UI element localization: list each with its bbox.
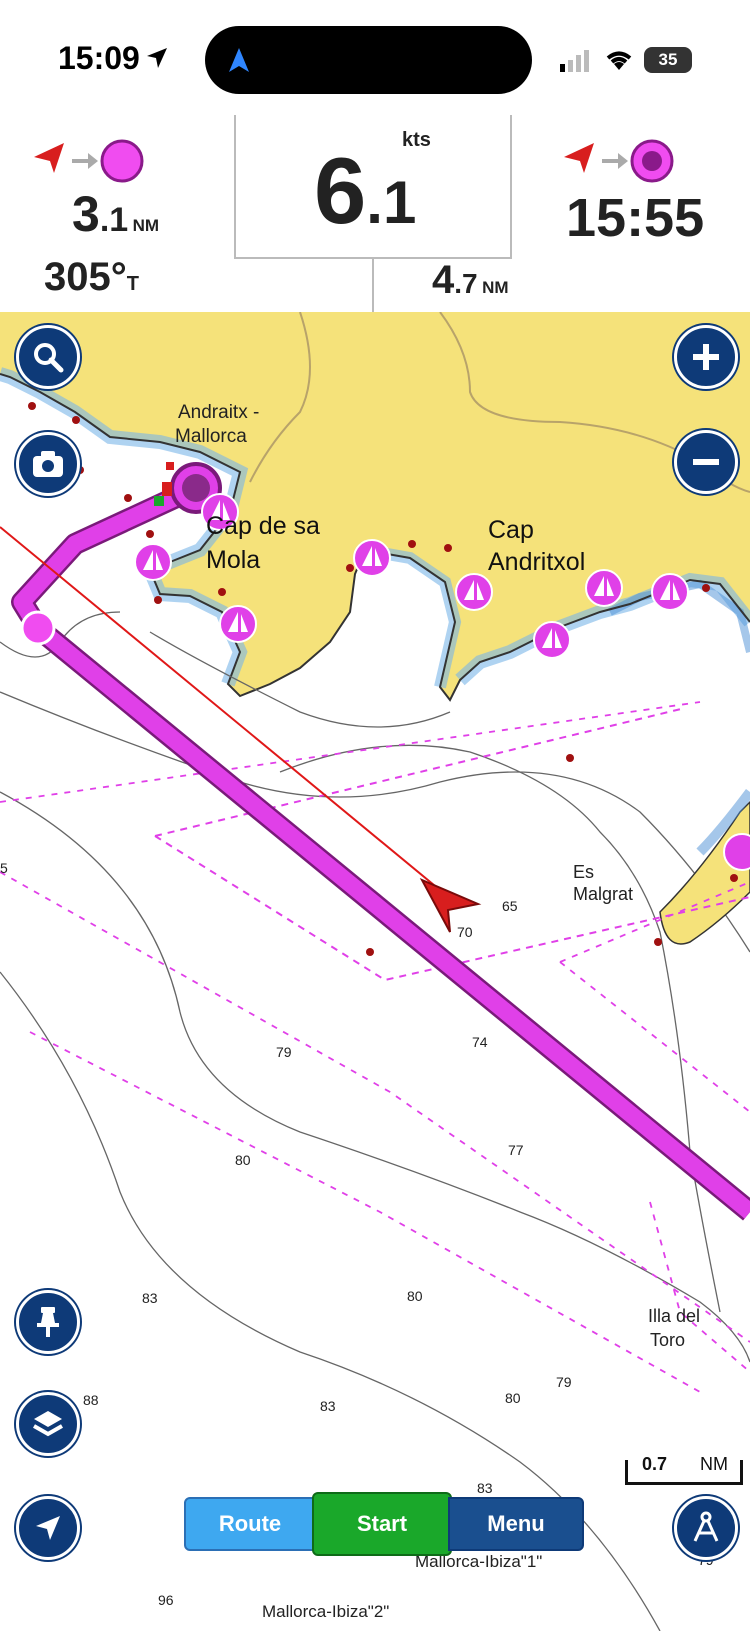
label-es-malgrat-2: Malgrat — [573, 884, 634, 904]
status-time: 15:09 — [58, 40, 140, 76]
wifi-icon — [606, 51, 632, 70]
recenter-button[interactable] — [16, 1496, 80, 1560]
depth-sounding: 88 — [83, 1392, 99, 1408]
status-bar: 15:09 35 — [0, 0, 750, 115]
label-cap-de-sa-mola-1: Cap de sa — [206, 512, 320, 540]
search-button[interactable] — [16, 325, 80, 389]
route-button[interactable]: Route — [184, 1497, 316, 1551]
depth-sounding: 80 — [505, 1390, 521, 1406]
label-illa-del-toro-2: Toro — [650, 1330, 686, 1350]
layers-button[interactable] — [16, 1392, 80, 1456]
navigation-arrow-icon — [36, 1516, 60, 1540]
search-icon — [34, 343, 64, 373]
panel-divider — [372, 259, 374, 312]
speed-box: kts 6.1 — [234, 115, 512, 259]
location-arrow-icon — [147, 48, 167, 68]
camera-button[interactable] — [16, 432, 80, 496]
depth-sounding: 83 — [320, 1398, 336, 1414]
zoom-in-button[interactable] — [674, 325, 738, 389]
start-button[interactable]: Start — [312, 1492, 452, 1556]
label-es-malgrat-1: Es — [573, 862, 595, 882]
pin-button[interactable] — [16, 1290, 80, 1354]
depth-sounding: 65 — [502, 898, 518, 914]
label-illa-del-toro-1: Illa del — [648, 1306, 701, 1326]
nautical-chart[interactable]: Andraitx - Mallorca Cap de sa Mola Cap A… — [0, 312, 750, 1631]
menu-button[interactable]: Menu — [448, 1497, 584, 1551]
scale-bar: 0.7 NM — [625, 1454, 743, 1485]
battery-level: 35 — [658, 50, 678, 69]
depth-sounding: 83 — [142, 1290, 158, 1306]
depth-sounding: 77 — [508, 1142, 524, 1158]
label-andraitx: Andraitx - — [178, 402, 260, 423]
scale-unit: NM — [700, 1454, 728, 1474]
depth-sounding: 79 — [276, 1044, 292, 1060]
battery-icon: 35 — [644, 47, 692, 73]
distance-to-waypoint-icon — [34, 139, 144, 183]
depth-sounding: 80 — [235, 1152, 251, 1168]
bearing: 305°T — [44, 255, 139, 299]
eta-time: 15:55 — [566, 188, 705, 248]
instrument-panel: 3.1 NM 305°T kts 6.1 15:55 4.7 NM — [0, 115, 750, 314]
layers-icon — [33, 1411, 63, 1437]
label-cap-andritxol-1: Cap — [488, 516, 534, 544]
scale-value: 0.7 — [642, 1454, 668, 1474]
depth-sounding: 83 — [477, 1480, 493, 1496]
dynamic-island — [205, 26, 532, 94]
camera-icon — [33, 451, 63, 477]
label-mallorca: Mallorca — [175, 426, 247, 447]
chart-canvas[interactable] — [0, 312, 750, 1631]
pin-icon — [37, 1307, 59, 1337]
depth-sounding: 79 — [556, 1374, 572, 1390]
compass-icon — [693, 1511, 719, 1542]
navigation-arrow-icon — [229, 48, 249, 72]
distance-to-waypoint: 3.1 NM — [72, 186, 160, 242]
depth-sounding: 80 — [407, 1288, 423, 1304]
distance-to-destination: 4.7 NM — [432, 258, 509, 302]
land-es-malgrat — [659, 800, 750, 945]
autopilot-button[interactable] — [674, 1496, 738, 1560]
label-cap-andritxol-2: Andritxol — [488, 548, 586, 576]
eta-waypoint-icon — [564, 139, 674, 183]
speed-value: 6.1 — [314, 138, 417, 243]
label-ferry-route-2: Mallorca-Ibiza"2" — [262, 1602, 390, 1621]
depth-sounding: 5 — [0, 860, 8, 876]
start-waypoint[interactable] — [20, 610, 56, 646]
depth-sounding: 74 — [472, 1034, 488, 1050]
minus-icon — [693, 459, 719, 465]
depth-sounding: 96 — [158, 1592, 174, 1608]
signal-icon — [560, 50, 589, 72]
depth-sounding: 70 — [457, 924, 473, 940]
plus-icon — [693, 344, 719, 370]
zoom-out-button[interactable] — [674, 430, 738, 494]
land-mallorca — [0, 312, 750, 700]
label-cap-de-sa-mola-2: Mola — [206, 546, 261, 574]
